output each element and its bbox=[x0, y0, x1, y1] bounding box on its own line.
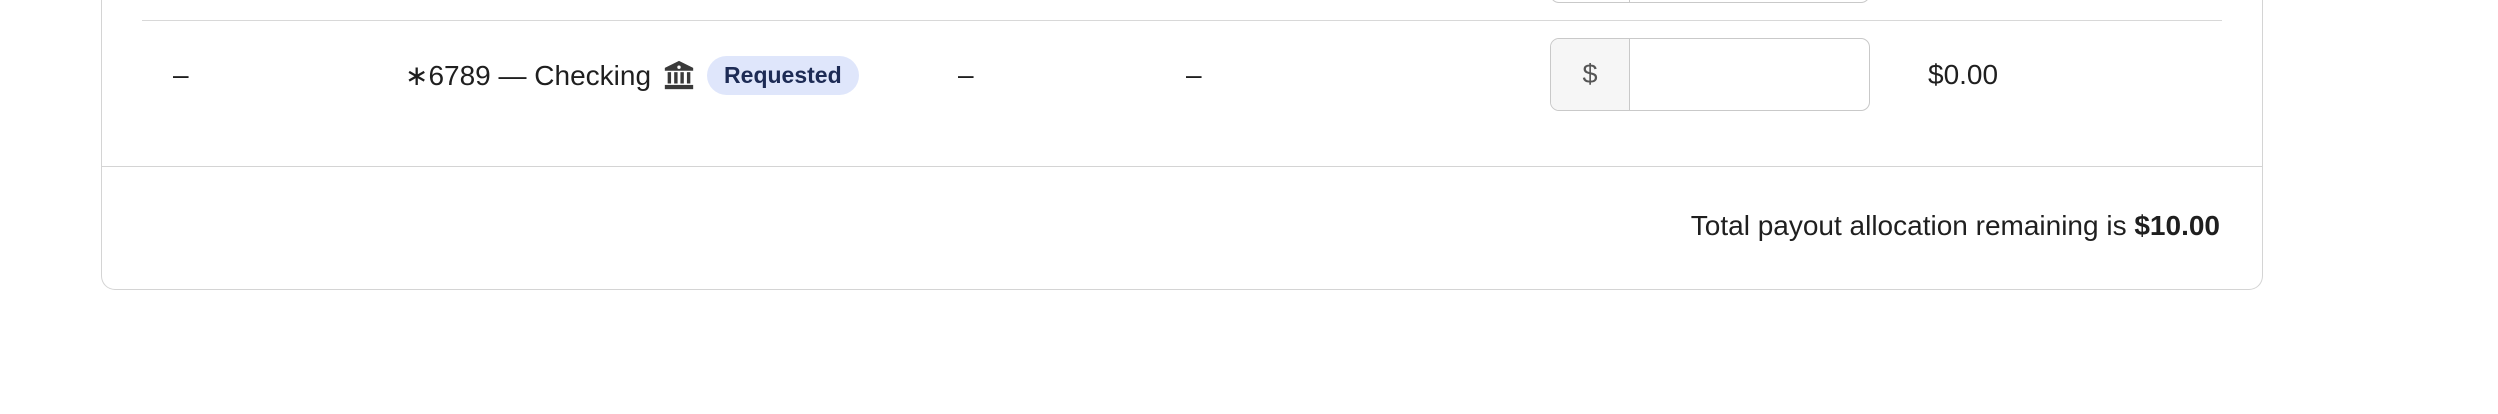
allocation-remaining-amount: $10.00 bbox=[2134, 210, 2220, 241]
allocated-amount: $0.00 bbox=[1928, 59, 1999, 90]
allocation-remaining: Total payout allocation remaining is $10… bbox=[1691, 210, 2220, 242]
footer-divider bbox=[101, 166, 2263, 167]
account-label: ∗6789 — Checking bbox=[405, 59, 652, 91]
previous-row-input-separator bbox=[1629, 0, 1630, 2]
allocation-remaining-label: Total payout allocation remaining is bbox=[1690, 210, 2135, 241]
currency-prefix: $ bbox=[1551, 39, 1630, 110]
previous-row-amount-input[interactable] bbox=[1550, 0, 1870, 3]
row-divider bbox=[142, 20, 2222, 21]
account-cell: ∗6789 — Checking Requested bbox=[405, 50, 859, 100]
row-col-dash-1: – bbox=[173, 59, 189, 90]
bank-icon bbox=[661, 57, 697, 93]
row-col-dash-4: – bbox=[958, 59, 974, 90]
payout-amount-field[interactable]: $ bbox=[1550, 38, 1870, 111]
payout-amount-input[interactable] bbox=[1630, 39, 1869, 110]
status-badge: Requested bbox=[707, 55, 859, 95]
row-col-dash-5: – bbox=[1186, 59, 1202, 90]
payout-allocation-card bbox=[101, 0, 2263, 290]
